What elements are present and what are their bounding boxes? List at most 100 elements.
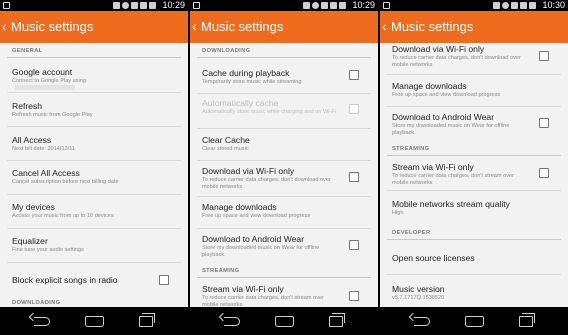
- alarm-icon: [312, 2, 319, 9]
- android-wear-checkbox[interactable]: [539, 118, 549, 128]
- signal-icon: [330, 2, 337, 9]
- download-wifi-checkbox[interactable]: [539, 51, 549, 61]
- setting-download-wifi-only[interactable]: Download via Wi-Fi only To reduce carrie…: [190, 161, 378, 196]
- auto-cache-checkbox: [349, 104, 359, 114]
- setting-subtitle: To reduce carrier data charges, don't st…: [392, 173, 515, 186]
- setting-download-android-wear[interactable]: Download to Android Wear Store my downlo…: [190, 229, 378, 266]
- status-icons: [303, 0, 346, 11]
- setting-download-android-wear[interactable]: Download to Android Wear Store my downlo…: [380, 107, 568, 144]
- status-bar: 10:29: [0, 0, 188, 11]
- setting-title: Download via Wi-Fi only: [392, 44, 485, 54]
- nav-back-icon[interactable]: [34, 317, 50, 326]
- setting-subtitle: High: [392, 210, 404, 216]
- setting-subtitle: v5.7.1717Q.1530520: [392, 295, 445, 301]
- settings-list: GENERAL Google account Connect to Google…: [0, 43, 188, 307]
- setting-cache-during-playback[interactable]: Cache during playback Temporarily store …: [190, 58, 378, 93]
- status-time: 10:29: [352, 0, 375, 10]
- setting-title: Google account: [12, 67, 73, 77]
- vibrate-icon: [113, 2, 120, 9]
- chevron-left-icon[interactable]: ‹: [192, 18, 197, 35]
- stream-wifi-checkbox[interactable]: [349, 291, 359, 301]
- setting-download-wifi-only[interactable]: Download via Wi-Fi only To reduce carrie…: [380, 43, 568, 74]
- setting-all-access[interactable]: All Access Next bill date: 2014/12/11: [0, 127, 188, 160]
- setting-stream-wifi-only[interactable]: Stream via Wi-Fi only To reduce carrier …: [190, 278, 378, 307]
- section-header-general: GENERAL: [12, 48, 43, 54]
- setting-title: Automatically cache: [202, 98, 279, 108]
- signal-icon: [140, 2, 147, 9]
- alarm-icon: [122, 2, 129, 9]
- setting-title: Download via Wi-Fi only: [202, 166, 295, 176]
- section-header-downloading: DOWNLOADING: [202, 48, 251, 54]
- app-bar: ‹ Music settings: [0, 11, 188, 43]
- android-wear-checkbox[interactable]: [349, 240, 359, 250]
- setting-subtitle: Automatically store music while charging…: [202, 109, 336, 115]
- setting-subtitle: Free up space and view download progress: [202, 213, 311, 219]
- section-header-developer: DEVELOPER: [392, 230, 431, 236]
- setting-google-account[interactable]: Google account Connect to Google Play us…: [0, 58, 188, 92]
- nav-home-icon[interactable]: [465, 316, 484, 327]
- setting-title: Refresh: [12, 101, 43, 111]
- setting-block-explicit[interactable]: Block explicit songs in radio: [0, 263, 188, 297]
- setting-subtitle: Connect to Google Play using: [12, 78, 148, 92]
- status-bar: 10:30: [380, 0, 568, 11]
- stream-wifi-checkbox[interactable]: [539, 168, 549, 178]
- app-bar: ‹ Music settings: [190, 11, 378, 43]
- wifi-icon: [131, 2, 138, 9]
- setting-clear-cache[interactable]: Clear Cache Clear stored music: [190, 129, 378, 160]
- setting-open-source-licenses[interactable]: Open source licenses: [380, 240, 568, 274]
- phone-screen-3: 10:30 ‹ Music settings Download via Wi-F…: [380, 0, 568, 335]
- setting-equalizer[interactable]: Equalizer Fine tune your audio settings: [0, 229, 188, 262]
- battery-icon: [339, 2, 346, 9]
- setting-title: Block explicit songs in radio: [12, 275, 118, 285]
- status-time: 10:29: [162, 0, 185, 10]
- setting-manage-downloads[interactable]: Manage downloads Free up space and view …: [380, 75, 568, 106]
- battery-icon: [529, 2, 536, 9]
- setting-title: Cancel All Access: [12, 168, 80, 178]
- chevron-left-icon[interactable]: ‹: [2, 18, 7, 35]
- page-title: Music settings: [11, 19, 94, 34]
- setting-title: Manage downloads: [392, 81, 467, 91]
- setting-refresh[interactable]: Refresh Refresh music from Google Play: [0, 93, 188, 126]
- section-header-downloading: DOWNLOADING: [12, 300, 61, 306]
- block-explicit-checkbox[interactable]: [159, 275, 169, 285]
- setting-subtitle: Temporarily store music while streaming: [202, 79, 302, 85]
- nav-recent-apps-icon[interactable]: [519, 313, 535, 327]
- chevron-left-icon[interactable]: ‹: [382, 18, 387, 35]
- setting-music-version: Music version v5.7.1717Q.1530520: [380, 275, 568, 307]
- vibrate-icon: [493, 2, 500, 9]
- setting-automatically-cache: Automatically cache Automatically store …: [190, 94, 378, 128]
- cache-playback-checkbox[interactable]: [349, 70, 359, 80]
- notification-icon: [193, 2, 200, 9]
- navigation-bar: [0, 307, 188, 335]
- nav-home-icon[interactable]: [275, 316, 294, 327]
- download-wifi-checkbox[interactable]: [349, 172, 359, 182]
- nav-home-icon[interactable]: [85, 316, 104, 327]
- setting-subtitle: To reduce carrier data charges, don't do…: [392, 55, 521, 68]
- setting-cancel-all-access[interactable]: Cancel All Access Cancel subscription be…: [0, 161, 188, 194]
- nav-back-icon[interactable]: [414, 317, 430, 326]
- nav-back-icon[interactable]: [224, 317, 240, 326]
- setting-stream-quality[interactable]: Mobile networks stream quality High: [380, 191, 568, 223]
- wifi-icon: [321, 2, 328, 9]
- section-header-streaming: STREAMING: [202, 268, 240, 274]
- notification-icon: [383, 2, 390, 9]
- setting-stream-wifi-only[interactable]: Stream via Wi-Fi only To reduce carrier …: [380, 156, 568, 190]
- setting-title: All Access: [12, 135, 52, 145]
- setting-my-devices[interactable]: My devices Access your music from up to …: [0, 195, 188, 228]
- screens-container: 10:29 ‹ Music settings GENERAL Google ac…: [0, 0, 568, 335]
- setting-title: Manage downloads: [202, 202, 277, 212]
- setting-subtitle: Free up space and view download progress: [392, 92, 501, 98]
- setting-title: Equalizer: [12, 236, 48, 246]
- nav-recent-apps-icon[interactable]: [329, 313, 345, 327]
- setting-title: Stream via Wi-Fi only: [202, 284, 284, 294]
- phone-screen-2: 10:29 ‹ Music settings DOWNLOADING Cache…: [190, 0, 378, 335]
- setting-title: Mobile networks stream quality: [392, 199, 510, 209]
- signal-icon: [520, 2, 527, 9]
- setting-manage-downloads[interactable]: Manage downloads Free up space and view …: [190, 197, 378, 228]
- setting-subtitle: Cancel subscription before next billing …: [12, 179, 119, 185]
- app-bar: ‹ Music settings: [380, 11, 568, 43]
- navigation-bar: [190, 307, 378, 335]
- setting-subtitle: Next bill date: 2014/12/11: [12, 146, 76, 152]
- nav-recent-apps-icon[interactable]: [139, 313, 155, 327]
- status-icons: [493, 0, 536, 11]
